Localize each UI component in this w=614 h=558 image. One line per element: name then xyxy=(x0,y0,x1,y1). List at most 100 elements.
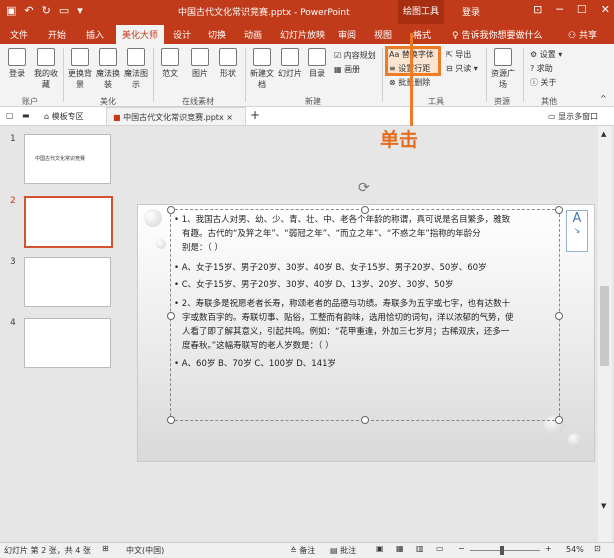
reading-view-icon[interactable]: ▥ xyxy=(416,544,424,553)
slide-thumbnail-2[interactable] xyxy=(24,196,113,248)
spellcheck-icon[interactable]: ⊞ xyxy=(102,544,109,553)
zoom-slider-thumb[interactable] xyxy=(500,546,504,555)
scroll-down-icon[interactable]: ▼ xyxy=(601,502,606,510)
collapse-ribbon-icon[interactable]: ^ xyxy=(600,94,607,103)
document-tab-bar: ▢ ▬ ⌂ 模板专区 ■ 中国古代文化常识竞赛.pptx × + ▭ 显示多窗口 xyxy=(0,107,614,126)
undo-icon[interactable]: ↶ xyxy=(24,4,33,17)
scroll-up-icon[interactable]: ▲ xyxy=(601,130,606,138)
fit-to-window-icon[interactable]: ⊡ xyxy=(594,544,601,553)
slides-button[interactable]: 幻灯片 xyxy=(277,48,303,79)
maximize-icon[interactable]: ☐ xyxy=(577,3,587,16)
tab-format[interactable]: 格式 xyxy=(413,28,431,41)
scroll-thumb[interactable] xyxy=(600,286,609,366)
change-background-button[interactable]: 更换背景 xyxy=(68,48,92,90)
water-drop-decoration xyxy=(156,239,166,249)
shape-button[interactable]: 形状 xyxy=(216,48,240,79)
tab-design[interactable]: 设计 xyxy=(173,28,191,41)
slide-thumbnail-3[interactable] xyxy=(24,257,111,307)
export-button[interactable]: ⇱ 导出 xyxy=(446,49,471,60)
window-title: 中国古代文化常识竞赛.pptx - PowerPoint xyxy=(178,8,350,18)
resize-handle[interactable] xyxy=(555,416,563,424)
save-icon[interactable]: ▣ xyxy=(6,4,16,17)
slideshow-view-icon[interactable]: ▭ xyxy=(436,544,444,553)
zoom-slider[interactable] xyxy=(470,550,540,551)
group-account: 账户 xyxy=(22,97,38,106)
folder-icon[interactable]: ▬ xyxy=(22,111,30,120)
tell-me-search[interactable]: ♀ 告诉我你想要做什么 xyxy=(452,28,542,41)
title-bar: ▣ ↶ ↻ ▭ ▾ 中国古代文化常识竞赛.pptx - PowerPoint 绘… xyxy=(0,0,614,24)
template-zone-tab[interactable]: ⌂ 模板专区 xyxy=(44,111,84,122)
line-spacing-icon: ≡ xyxy=(389,64,396,73)
image-label: 图片 xyxy=(192,69,208,78)
favorites-button[interactable]: 我的收藏 xyxy=(33,48,59,90)
login-link[interactable]: 登录 xyxy=(462,5,480,18)
album-button[interactable]: ▦ 画册 xyxy=(334,64,360,75)
add-tab-icon[interactable]: + xyxy=(250,108,260,122)
comments-button[interactable]: ▤ 批注 xyxy=(330,545,356,556)
tab-file[interactable]: 文件 xyxy=(10,28,28,41)
content-plan-button[interactable]: ☑ 内容规划 xyxy=(334,50,376,61)
zoom-level[interactable]: 54% xyxy=(566,545,584,554)
template-button[interactable]: 范文 xyxy=(158,48,182,79)
resize-handle[interactable] xyxy=(167,416,175,424)
tab-view[interactable]: 视图 xyxy=(374,28,392,41)
checklist-icon: ☑ xyxy=(334,51,342,60)
slide-thumbnail-4[interactable] xyxy=(24,318,111,368)
close-icon[interactable]: × xyxy=(226,113,233,122)
toc-button[interactable]: 目录 xyxy=(306,48,328,79)
settings-button[interactable]: ⚙ 设置 ▾ xyxy=(530,49,562,60)
resize-handle[interactable] xyxy=(167,312,175,320)
slide-thumbnail-1[interactable]: 中国古代文化常识竞赛 xyxy=(24,134,111,184)
settings-label: 设置 xyxy=(539,50,556,59)
batch-delete-label: 批量删除 xyxy=(398,78,431,87)
notes-button[interactable]: ≙ 备注 xyxy=(290,545,315,556)
group-online-material: 在线素材 xyxy=(182,97,214,106)
tab-animations[interactable]: 动画 xyxy=(244,28,262,41)
ribbon-display-options-icon[interactable]: ⊡ xyxy=(533,3,542,16)
readonly-label: 只读 xyxy=(455,64,472,73)
share-button[interactable]: ⚇ 共享 xyxy=(568,28,597,41)
format-pane-button[interactable]: A ↘ xyxy=(566,210,588,252)
tab-slideshow[interactable]: 幻灯片放映 xyxy=(280,28,325,41)
tab-home[interactable]: 开始 xyxy=(48,28,66,41)
close-icon[interactable]: ✕ xyxy=(601,3,610,16)
tab-insert[interactable]: 插入 xyxy=(86,28,104,41)
rotate-handle-icon[interactable]: ⟳ xyxy=(358,180,370,196)
help-button[interactable]: ? 求助 xyxy=(530,63,553,74)
redo-icon[interactable]: ↻ xyxy=(42,4,51,17)
tab-review[interactable]: 审阅 xyxy=(338,28,356,41)
new-file-icon[interactable]: ▢ xyxy=(6,111,14,120)
tab-transitions[interactable]: 切换 xyxy=(208,28,226,41)
current-document-tab[interactable]: ■ 中国古代文化常识竞赛.pptx × xyxy=(106,107,246,125)
slide-sorter-icon[interactable]: ▦ xyxy=(396,544,404,553)
vertical-scrollbar[interactable]: ▲ ▼ xyxy=(598,126,612,542)
about-button[interactable]: ⓘ 关于 xyxy=(530,77,557,88)
language[interactable]: 中文(中国) xyxy=(126,545,164,556)
new-document-button[interactable]: 新建文档 xyxy=(250,48,274,90)
show-multi-window-button[interactable]: ▭ 显示多窗口 xyxy=(548,111,598,122)
start-slideshow-icon[interactable]: ▭ xyxy=(59,4,69,17)
minimize-icon[interactable]: ─ xyxy=(556,3,563,16)
zoom-in-icon[interactable]: + xyxy=(545,544,552,553)
magic-change-button[interactable]: 魔法换装 xyxy=(96,48,120,90)
login-button[interactable]: 登录 xyxy=(5,48,29,79)
image-button[interactable]: 图片 xyxy=(188,48,212,79)
magic-change-label: 魔法换装 xyxy=(96,69,120,89)
customize-quick-access-icon[interactable]: ▾ xyxy=(77,4,83,17)
row-spacing-label: 设置行距 xyxy=(398,64,431,73)
readonly-button[interactable]: ⊟ 只读 ▾ xyxy=(446,63,478,74)
replace-font-label: 替换字体 xyxy=(401,50,434,59)
template-zone-label: 模板专区 xyxy=(51,112,84,121)
show-multi-window-label: 显示多窗口 xyxy=(558,112,599,121)
zoom-out-icon[interactable]: − xyxy=(458,544,465,553)
resource-icon xyxy=(494,48,512,66)
magic-diagram-button[interactable]: 魔法图示 xyxy=(124,48,148,90)
normal-view-icon[interactable]: ▣ xyxy=(376,544,384,553)
tab-beautify-master[interactable]: 美化大师 xyxy=(116,25,165,44)
resource-plaza-button[interactable]: 资源广场 xyxy=(490,48,516,90)
delete-icon: ⊗ xyxy=(389,78,396,87)
lock-icon: ⊟ xyxy=(446,64,453,73)
resize-handle[interactable] xyxy=(361,416,369,424)
separator xyxy=(382,48,383,102)
separator xyxy=(523,48,524,102)
